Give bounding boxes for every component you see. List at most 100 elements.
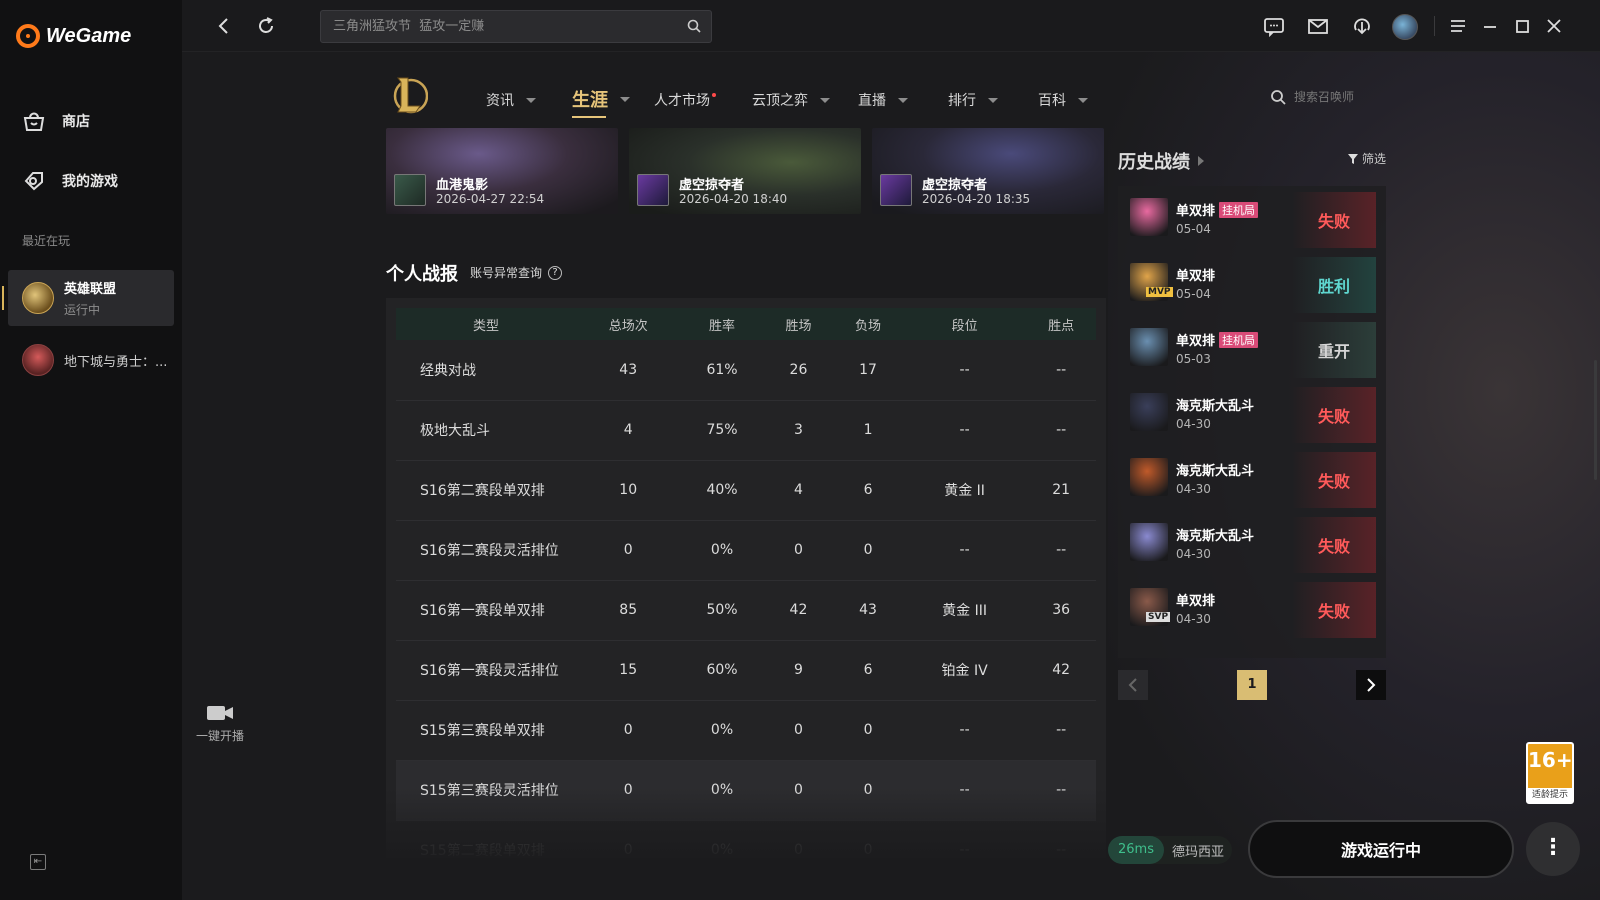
summoner-search[interactable]: 搜索召唤师: [1270, 88, 1354, 105]
match-mode-label: 海克斯大乱斗: [1176, 529, 1255, 544]
history-title[interactable]: 历史战绩: [1118, 148, 1204, 174]
highlight-title: 血港鬼影: [436, 178, 489, 193]
go-live-button[interactable]: 一键开播: [190, 702, 250, 744]
user-avatar[interactable]: [1392, 14, 1418, 40]
champion-icon: [1130, 523, 1168, 561]
match-mode: 海克斯大乱斗: [1176, 525, 1254, 544]
table-cell: 0: [833, 760, 903, 821]
table-cell: 1: [833, 400, 903, 461]
column-header: 段位: [902, 308, 1027, 340]
caret-down-icon: [820, 97, 830, 103]
search-input[interactable]: [321, 11, 661, 42]
close-button[interactable]: [1542, 14, 1566, 38]
highlight-card[interactable]: 虚空掠夺者 2026-04-20 18:35: [872, 128, 1104, 214]
next-page-button[interactable]: [1356, 670, 1386, 700]
summoner-search-placeholder: 搜索召唤师: [1294, 90, 1355, 104]
chat-button[interactable]: [1262, 14, 1286, 38]
match-mode-label: 单双排: [1176, 594, 1216, 609]
table-cell: 75%: [680, 400, 764, 461]
nav-career[interactable]: 生涯: [572, 86, 630, 118]
divider: [1434, 16, 1435, 36]
nav-label: 排行: [948, 93, 976, 109]
nav-tft[interactable]: 云顶之弈: [752, 90, 830, 110]
match-item[interactable]: 海克斯大乱斗 04-30 失败: [1130, 452, 1376, 508]
champion-icon: [880, 174, 912, 206]
sidebar-item-label: 我的游戏: [62, 174, 118, 190]
caret-down-icon: [1078, 97, 1088, 103]
ping-value: 26ms: [1108, 836, 1164, 864]
mail-button[interactable]: [1306, 14, 1330, 38]
highlight-title: 虚空掠夺者: [922, 178, 988, 193]
server-status[interactable]: 26ms 德玛西亚: [1108, 836, 1232, 864]
global-search[interactable]: [320, 10, 712, 43]
match-mode: 单双排: [1176, 590, 1215, 609]
recent-game-lol[interactable]: 英雄联盟 运行中: [2, 270, 174, 326]
match-mode-label: 单双排: [1176, 204, 1216, 219]
highlight-card[interactable]: 血港鬼影 2026-04-27 22:54: [386, 128, 618, 214]
age-rating-label: 适龄提示: [1528, 788, 1572, 802]
recent-game-dnf[interactable]: 地下城与勇士：...: [8, 332, 174, 388]
search-icon[interactable]: [687, 19, 701, 33]
sidebar-item-my-games[interactable]: 我的游戏: [22, 170, 118, 192]
prev-page-button[interactable]: [1118, 670, 1148, 700]
collapse-sidebar-button[interactable]: ⇤: [30, 854, 46, 870]
recent-game-name: 地下城与勇士：...: [64, 354, 168, 370]
match-item[interactable]: SVP 单双排 04-30 失败: [1130, 582, 1376, 638]
nav-wiki[interactable]: 百科: [1038, 90, 1088, 110]
nav-talent-market[interactable]: 人才市场: [654, 90, 716, 110]
scrollbar[interactable]: [1594, 360, 1597, 480]
champion-icon: [1130, 198, 1168, 236]
table-cell: 85: [576, 580, 681, 641]
match-mode-label: 海克斯大乱斗: [1176, 399, 1255, 414]
page-number[interactable]: 1: [1237, 670, 1267, 700]
match-date: 05-04: [1176, 287, 1211, 301]
game-running-button[interactable]: 游戏运行中: [1248, 820, 1514, 878]
match-date: 04-30: [1176, 612, 1211, 626]
table-cell: 43: [833, 580, 903, 641]
match-mode-label: 单双排: [1176, 269, 1216, 284]
menu-button[interactable]: [1446, 14, 1470, 38]
table-cell: 0%: [680, 520, 764, 581]
table-cell: S15第三赛段单双排: [396, 700, 576, 761]
back-button[interactable]: [212, 14, 236, 38]
minimize-button[interactable]: [1478, 14, 1502, 38]
filter-button[interactable]: 筛选: [1348, 150, 1386, 167]
table-cell: 26: [763, 340, 834, 401]
nav-label: 云顶之弈: [752, 93, 808, 109]
match-item[interactable]: MVP 单双排 05-04 胜利: [1130, 257, 1376, 313]
highlight-card[interactable]: 虚空掠夺者 2026-04-20 18:40: [629, 128, 861, 214]
match-item[interactable]: 海克斯大乱斗 04-30 失败: [1130, 387, 1376, 443]
account-check-link[interactable]: 账号异常查询 ?: [470, 264, 563, 281]
table-row: S15第三赛段灵活排位 0 0% 0 0 -- --: [396, 760, 1096, 821]
caret-down-icon: [988, 97, 998, 103]
lol-logo-icon[interactable]: [390, 74, 428, 116]
column-header: 类型: [396, 308, 576, 340]
table-cell: 0%: [680, 760, 764, 821]
table-cell: 0%: [680, 700, 764, 761]
match-item[interactable]: 单双排 挂机局 05-04 失败: [1130, 192, 1376, 248]
nav-live[interactable]: 直播: [858, 90, 908, 110]
chevron-right-icon: [1198, 156, 1204, 166]
refresh-button[interactable]: [254, 14, 278, 38]
filter-label: 筛选: [1362, 152, 1387, 166]
match-item[interactable]: 海克斯大乱斗 04-30 失败: [1130, 517, 1376, 573]
table-cell: 17: [833, 340, 903, 401]
wegame-logo[interactable]: WeGame: [16, 24, 131, 48]
match-date: 05-03: [1176, 352, 1211, 366]
download-button[interactable]: [1350, 14, 1374, 38]
age-rating-badge[interactable]: 16+ 适龄提示: [1526, 742, 1574, 804]
table-row: 极地大乱斗 4 75% 3 1 -- --: [396, 400, 1096, 461]
nav-news[interactable]: 资讯: [486, 90, 536, 110]
match-item[interactable]: 单双排 挂机局 05-03 重开: [1130, 322, 1376, 378]
more-options-button[interactable]: ⋮: [1526, 822, 1580, 876]
nav-ranking[interactable]: 排行: [948, 90, 998, 110]
nav-label: 人才市场: [654, 93, 710, 109]
maximize-button[interactable]: [1510, 14, 1534, 38]
match-mode: 单双排 挂机局: [1176, 330, 1259, 349]
table-cell: 21: [1026, 460, 1096, 521]
sidebar-item-store[interactable]: 商店: [22, 110, 90, 132]
caret-down-icon: [526, 97, 536, 103]
recent-game-name: 英雄联盟: [64, 282, 117, 297]
table-row: S16第二赛段灵活排位 0 0% 0 0 -- --: [396, 520, 1096, 581]
table-header-row: 类型 总场次 胜率 胜场 负场 段位 胜点: [396, 308, 1096, 340]
